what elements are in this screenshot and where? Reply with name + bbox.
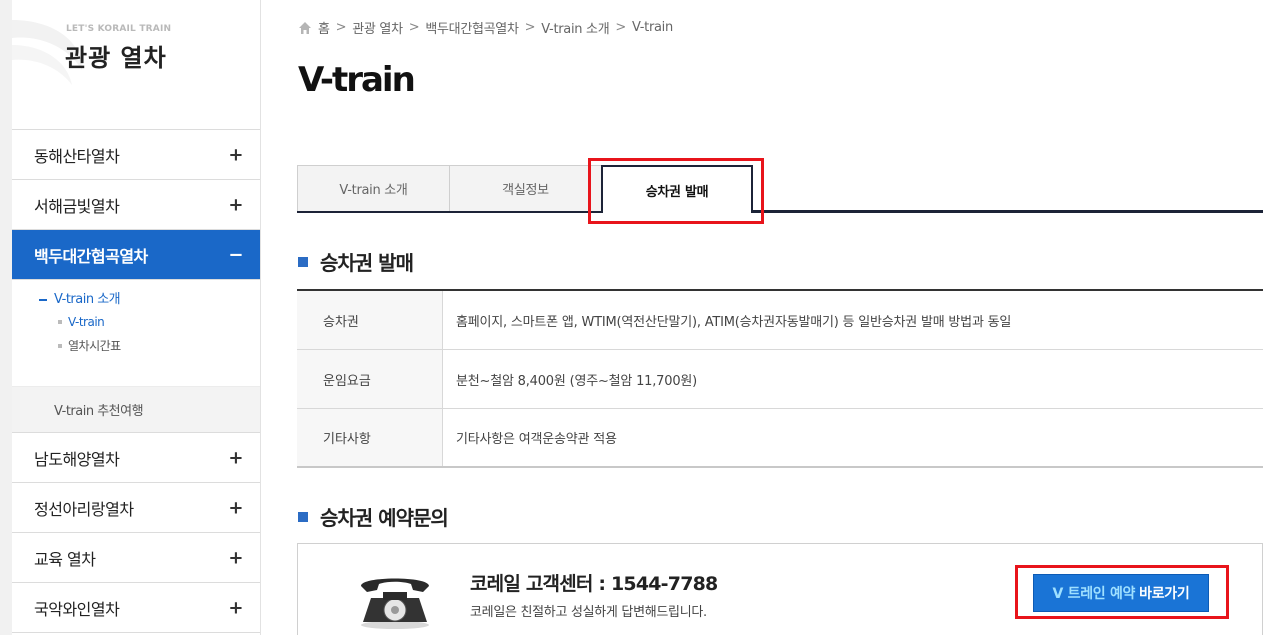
contact-description: 코레일은 친절하고 성실하게 답변해드립니다.: [470, 605, 707, 620]
sidebar-strip: [0, 0, 12, 635]
section-title-inquiry: 승차권 예약문의: [298, 502, 449, 531]
breadcrumb-item[interactable]: 백두대간협곡열차: [425, 18, 519, 37]
tab-room-info[interactable]: 객실정보: [449, 165, 602, 211]
tab-highlight-box: [588, 158, 764, 224]
breadcrumb-separator: >: [335, 20, 347, 35]
button-highlight-box: [1015, 565, 1229, 619]
collapse-icon[interactable]: −: [228, 244, 243, 265]
submenu-item-vtrain[interactable]: V-train: [12, 310, 260, 334]
tab-vtrain-intro[interactable]: V-train 소개: [297, 165, 450, 211]
sidebar-item-label: 교육 열차: [34, 549, 96, 569]
breadcrumb-separator: >: [615, 20, 626, 35]
table-cell: 홈페이지, 스마트폰 앱, WTIM(역전산단말기), ATIM(승차권자동발매…: [456, 314, 1012, 330]
sidebar-item-jeongseon[interactable]: 정선아리랑열차 +: [12, 483, 260, 533]
bullet-square-icon: [298, 511, 308, 522]
sidebar-item-recommend[interactable]: V-train 추천여행: [12, 387, 260, 433]
table-header-cell: 운임요금: [297, 350, 443, 408]
breadcrumb-home[interactable]: 홈: [318, 18, 330, 37]
sidebar-item-donghae[interactable]: 동해산타열차 +: [12, 130, 260, 180]
table-row: 승차권 홈페이지, 스마트폰 앱, WTIM(역전산단말기), ATIM(승차권…: [297, 291, 1263, 350]
table-header-cell: 승차권: [297, 291, 443, 349]
telephone-icon: [361, 578, 429, 629]
sidebar-item-baekdu[interactable]: 백두대간협곡열차 −: [12, 230, 260, 280]
table-cell: 분천~철암 8,400원 (영주~철암 11,700원): [456, 373, 698, 389]
sidebar-submenu: V-train 소개 V-train 열차시간표: [12, 280, 260, 387]
tab-bar: V-train 소개 객실정보 승차권 발매: [297, 165, 1263, 213]
breadcrumb-current: V-train: [631, 20, 673, 35]
sidebar: LET'S KORAIL TRAIN 관광 열차 동해산타열차 + 서해금빛열차…: [0, 0, 261, 635]
sidebar-item-label: 정선아리랑열차: [34, 499, 134, 519]
expand-icon[interactable]: +: [228, 497, 243, 518]
brand-subtitle: LET'S KORAIL TRAIN: [66, 24, 172, 34]
brand-header: LET'S KORAIL TRAIN 관광 열차: [12, 0, 260, 130]
section-title-text: 승차권 예약문의: [320, 506, 449, 530]
sidebar-item-seohae[interactable]: 서해금빛열차 +: [12, 180, 260, 230]
table-row: 기타사항 기타사항은 여객운송약관 적용: [297, 409, 1263, 468]
sidebar-item-label: 남도해양열차: [34, 449, 120, 469]
contact-title: 코레일 고객센터 : 1544-7788: [470, 573, 718, 595]
sidebar-menu: 동해산타열차 + 서해금빛열차 + 백두대간협곡열차 − V-train 소개 …: [12, 130, 260, 633]
sidebar-item-gugak[interactable]: 국악와인열차 +: [12, 583, 260, 633]
breadcrumb-item[interactable]: V-train 소개: [541, 18, 609, 37]
brand-title: 관광 열차: [65, 44, 167, 72]
sidebar-item-label: 동해산타열차: [34, 146, 120, 166]
submenu-group-vtrain[interactable]: V-train 소개: [12, 290, 260, 310]
section-title-ticket-sale: 승차권 발매: [298, 247, 414, 276]
expand-icon[interactable]: +: [228, 144, 243, 165]
section-title-text: 승차권 발매: [320, 251, 414, 275]
page-title: V-train: [298, 60, 416, 100]
breadcrumb: 홈 > 관광 열차 > 백두대간협곡열차 > V-train 소개 > V-tr…: [298, 18, 673, 37]
sidebar-item-label: 국악와인열차: [34, 599, 120, 619]
sidebar-item-namdo[interactable]: 남도해양열차 +: [12, 433, 260, 483]
expand-icon[interactable]: +: [228, 597, 243, 618]
breadcrumb-separator: >: [524, 20, 536, 35]
table-cell: 기타사항은 여객운송약관 적용: [456, 432, 617, 447]
breadcrumb-item[interactable]: 관광 열차: [352, 18, 403, 37]
expand-icon[interactable]: +: [228, 447, 243, 468]
ticket-info-table: 승차권 홈페이지, 스마트폰 앱, WTIM(역전산단말기), ATIM(승차권…: [297, 289, 1263, 468]
submenu-item-timetable[interactable]: 열차시간표: [12, 334, 260, 358]
home-icon[interactable]: [298, 21, 312, 35]
expand-icon[interactable]: +: [228, 194, 243, 215]
bullet-square-icon: [298, 256, 308, 267]
expand-icon[interactable]: +: [228, 547, 243, 568]
sidebar-item-label: 서해금빛열차: [34, 196, 120, 216]
table-row: 운임요금 분천~철암 8,400원 (영주~철암 11,700원): [297, 350, 1263, 409]
breadcrumb-separator: >: [408, 20, 420, 35]
table-header-cell: 기타사항: [297, 409, 443, 466]
sidebar-item-education[interactable]: 교육 열차 +: [12, 533, 260, 583]
sidebar-item-label: 백두대간협곡열차: [34, 246, 148, 266]
